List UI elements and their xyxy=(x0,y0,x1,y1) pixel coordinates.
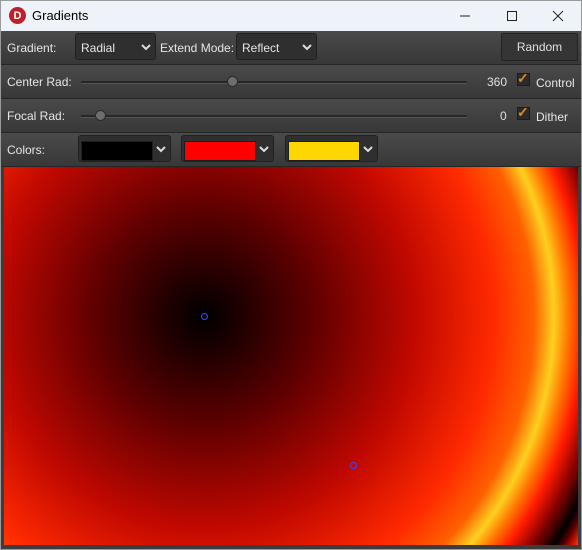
color-stop-2-select[interactable] xyxy=(181,135,274,162)
center-rad-label: Center Rad: xyxy=(7,75,72,89)
dither-checkbox[interactable]: ✓ xyxy=(517,104,530,120)
center-rad-slider-thumb[interactable] xyxy=(226,76,238,87)
chevron-down-icon xyxy=(302,44,312,51)
app-icon: D xyxy=(9,7,26,24)
maximize-button[interactable] xyxy=(489,1,535,31)
gradient-label: Gradient: xyxy=(7,41,57,55)
control-checkbox[interactable]: ✓ xyxy=(517,70,530,86)
focal-rad-slider-thumb[interactable] xyxy=(95,110,107,121)
color-stop-1-select[interactable] xyxy=(78,135,171,162)
chevron-down-icon xyxy=(156,146,166,153)
center-rad-value: 360 xyxy=(487,75,508,89)
maximize-icon xyxy=(507,11,517,21)
color-stop-3-select[interactable] xyxy=(285,135,378,162)
window-title: Gradients xyxy=(32,8,89,23)
dither-label: Dither xyxy=(536,110,569,124)
control-label: Control xyxy=(536,76,575,90)
extend-mode-select[interactable]: Reflect xyxy=(236,33,317,60)
chevron-down-icon xyxy=(259,146,269,153)
color-swatch xyxy=(184,141,256,161)
focal-rad-value: 0 xyxy=(500,109,507,123)
colors-row: Colors: xyxy=(1,133,581,167)
color-swatch xyxy=(288,141,360,161)
color-swatch xyxy=(81,141,153,161)
chevron-down-icon xyxy=(363,146,373,153)
random-button[interactable]: Random xyxy=(501,33,578,61)
title-bar: D Gradients xyxy=(1,1,581,31)
minimize-icon xyxy=(460,15,470,17)
colors-label: Colors: xyxy=(7,143,46,157)
minimize-button[interactable] xyxy=(442,1,488,31)
gradients-window: D Gradients Gradient: Radial Extend Mode… xyxy=(0,0,582,550)
focal-rad-label: Focal Rad: xyxy=(7,109,66,123)
center-rad-slider[interactable] xyxy=(81,76,467,87)
focal-rad-row: Focal Rad: 0 ✓ Dither xyxy=(1,99,581,133)
gradient-type-select[interactable]: Radial xyxy=(75,33,156,60)
check-icon: ✓ xyxy=(517,70,529,86)
close-button[interactable] xyxy=(535,1,581,31)
extend-mode-value: Reflect xyxy=(242,41,280,55)
gradient-canvas[interactable] xyxy=(4,167,578,545)
gradient-type-value: Radial xyxy=(81,41,116,55)
focal-rad-slider[interactable] xyxy=(81,110,467,121)
gradient-toolbar: Gradient: Radial Extend Mode: Reflect Ra… xyxy=(1,31,581,65)
close-icon xyxy=(552,10,564,22)
extend-mode-label: Extend Mode: xyxy=(160,41,235,55)
center-point-handle[interactable] xyxy=(350,462,357,469)
chevron-down-icon xyxy=(141,44,151,51)
check-icon: ✓ xyxy=(517,104,529,120)
center-rad-row: Center Rad: 360 ✓ Control xyxy=(1,65,581,99)
focal-point-handle[interactable] xyxy=(201,313,208,320)
